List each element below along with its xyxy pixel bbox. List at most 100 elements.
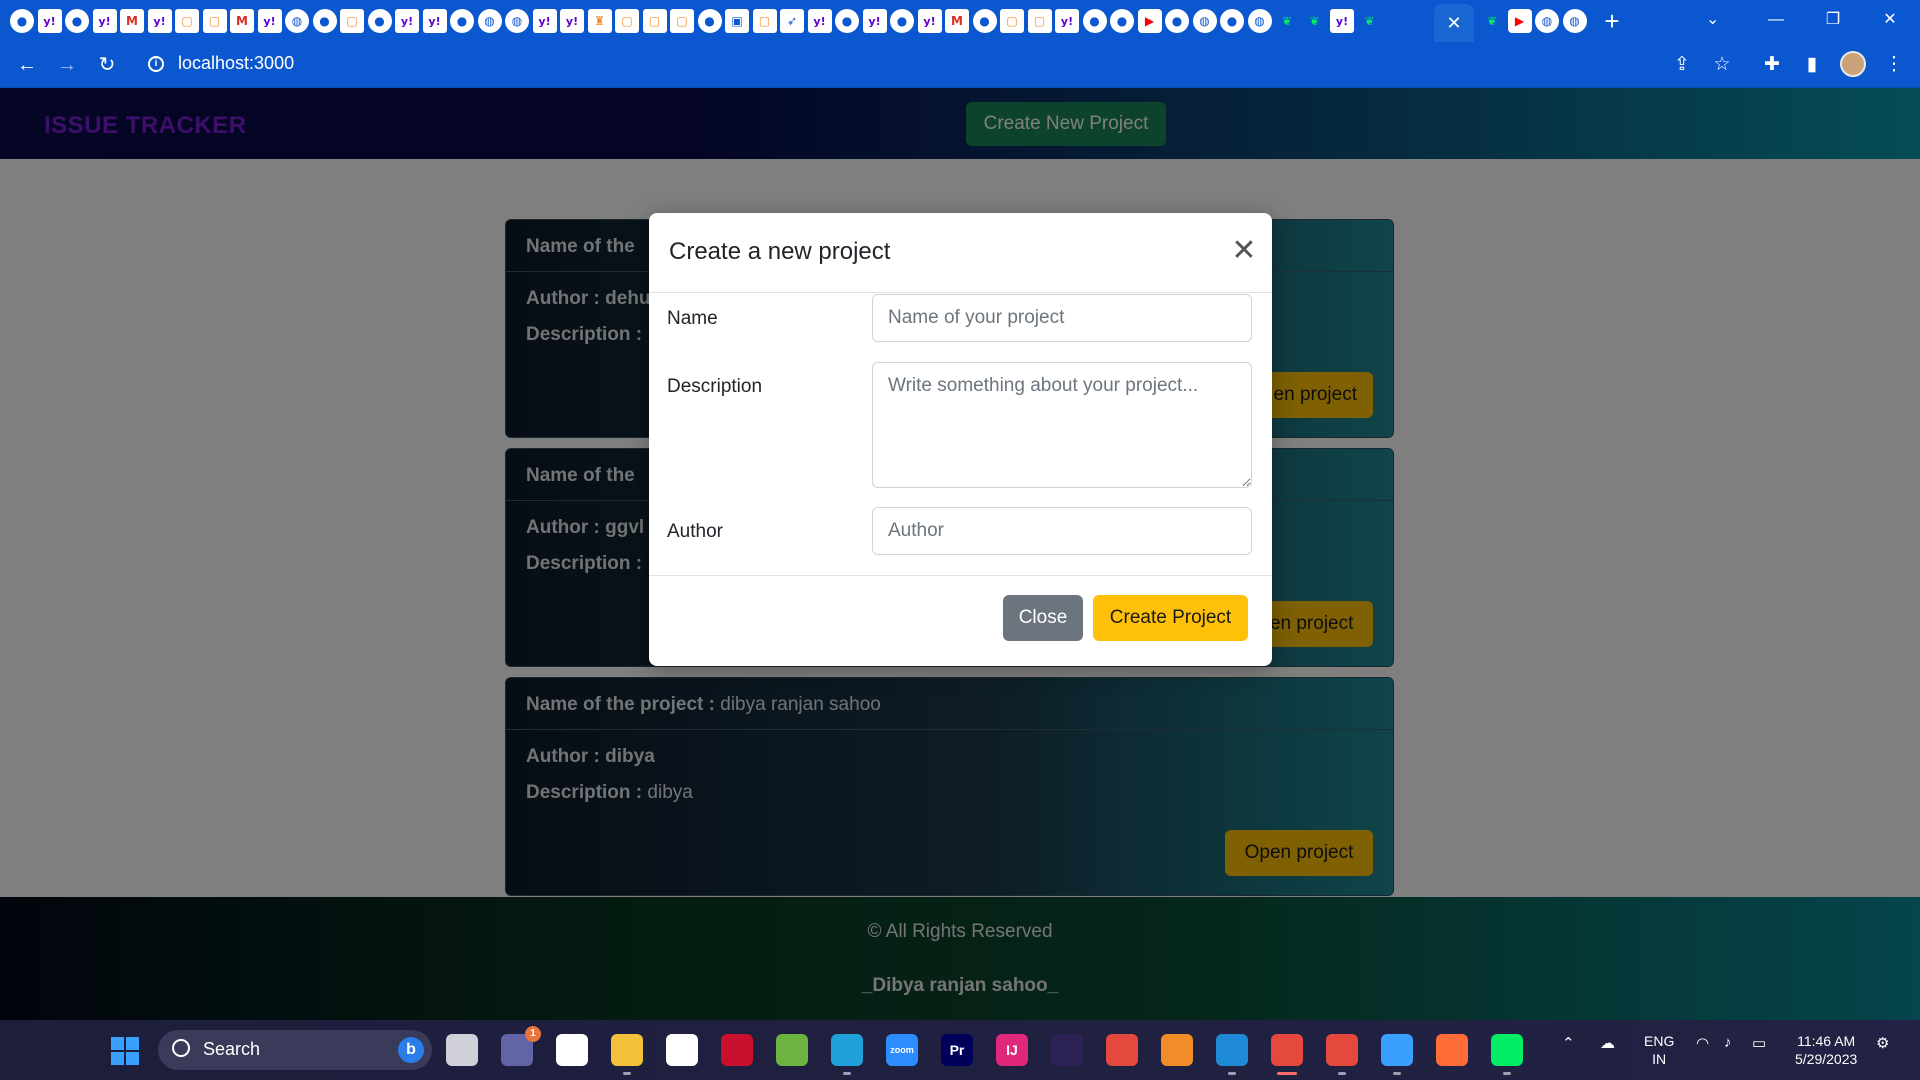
app-icon[interactable]: ▣: [725, 9, 749, 33]
extensions-icon[interactable]: ✚: [1760, 53, 1784, 76]
taskbar-search[interactable]: [158, 1030, 432, 1070]
globe-icon[interactable]: ◍: [1192, 9, 1217, 33]
zoom-icon[interactable]: zoom: [886, 1034, 918, 1066]
teams-icon[interactable]: 1: [501, 1026, 541, 1066]
project-description-input[interactable]: [872, 362, 1252, 488]
gmail-icon[interactable]: M: [230, 9, 254, 33]
mongodb-icon[interactable]: ❦: [1357, 9, 1382, 33]
github-icon[interactable]: ●: [972, 9, 997, 33]
url-text[interactable]: localhost:3000: [178, 53, 294, 74]
code-icon[interactable]: ▢: [642, 9, 667, 33]
chrome-icon[interactable]: [1106, 1034, 1138, 1066]
create-project-button[interactable]: Create Project: [1093, 595, 1248, 641]
intellij-icon[interactable]: IJ: [996, 1034, 1028, 1066]
globe-icon[interactable]: ◍: [1535, 9, 1559, 33]
new-tab-button[interactable]: +: [1598, 7, 1626, 35]
volume-icon[interactable]: ♪: [1724, 1034, 1732, 1051]
code-icon[interactable]: ▢: [202, 9, 227, 33]
github-icon[interactable]: ●: [1082, 9, 1107, 33]
gmail-icon[interactable]: M: [945, 9, 969, 33]
yahoo-icon[interactable]: y!: [92, 9, 117, 33]
slack-icon[interactable]: [556, 1034, 588, 1066]
address-bar[interactable]: [132, 47, 1662, 83]
active-tab[interactable]: ✕: [1434, 4, 1474, 42]
bing-icon[interactable]: b: [398, 1037, 424, 1063]
yahoo-icon[interactable]: y!: [1055, 9, 1079, 33]
side-panel-icon[interactable]: ▮: [1800, 53, 1824, 76]
github-icon[interactable]: ●: [1165, 9, 1189, 33]
share-icon[interactable]: ⇪: [1670, 53, 1694, 76]
tab-search-icon[interactable]: ⌄: [1706, 9, 1719, 29]
tab-close-icon[interactable]: ✕: [1446, 13, 1461, 34]
code-icon[interactable]: ▢: [340, 9, 364, 33]
github-icon[interactable]: ●: [1110, 9, 1134, 33]
yahoo-icon[interactable]: y!: [532, 9, 557, 33]
show-hidden-icons[interactable]: ⌃: [1562, 1034, 1575, 1052]
yahoo-icon[interactable]: y!: [395, 9, 419, 33]
yahoo-icon[interactable]: y!: [147, 9, 172, 33]
store-icon[interactable]: [666, 1034, 698, 1066]
award-icon[interactable]: ♜: [587, 9, 612, 33]
github-icon[interactable]: ●: [890, 9, 914, 33]
code-icon[interactable]: ▢: [670, 9, 694, 33]
vscode-icon[interactable]: [1216, 1034, 1248, 1075]
code-icon[interactable]: ▢: [1000, 9, 1024, 33]
github-icon[interactable]: ●: [1220, 9, 1244, 33]
spring-tool-icon[interactable]: [776, 1034, 808, 1066]
site-info-icon[interactable]: i: [148, 56, 164, 72]
sublime-icon[interactable]: [1161, 1034, 1193, 1066]
chrome-dev-icon[interactable]: [1326, 1034, 1358, 1075]
paint-icon[interactable]: [1381, 1034, 1413, 1075]
mongodb-compass-icon[interactable]: [1491, 1034, 1523, 1075]
github-icon[interactable]: ●: [65, 9, 89, 33]
globe-icon[interactable]: ◍: [477, 9, 502, 33]
globe-icon[interactable]: ◍: [505, 9, 529, 33]
github-icon[interactable]: ●: [835, 9, 859, 33]
code-icon[interactable]: ▢: [615, 9, 639, 33]
profile-avatar[interactable]: [1840, 51, 1866, 77]
back-icon[interactable]: ←: [12, 50, 42, 80]
edge-icon[interactable]: [831, 1034, 863, 1075]
eclipse-icon[interactable]: [1051, 1034, 1083, 1066]
reload-icon[interactable]: ↻: [92, 50, 122, 80]
chrome-active-icon[interactable]: [1271, 1034, 1303, 1075]
file-explorer-icon[interactable]: [611, 1034, 643, 1075]
close-icon[interactable]: ✕: [1229, 236, 1259, 266]
cursor-icon[interactable]: ➶: [780, 9, 804, 33]
window-close-button[interactable]: ✕: [1866, 4, 1914, 36]
clock[interactable]: 11:46 AM 5/29/2023: [1795, 1032, 1857, 1068]
author-input[interactable]: [872, 507, 1252, 555]
yahoo-icon[interactable]: y!: [807, 9, 832, 33]
start-icon[interactable]: [111, 1037, 139, 1065]
globe-icon[interactable]: ◍: [285, 9, 309, 33]
premiere-icon[interactable]: Pr: [941, 1034, 973, 1066]
globe-icon[interactable]: ◍: [1562, 9, 1587, 33]
language-indicator[interactable]: ENG IN: [1644, 1032, 1674, 1068]
globe-icon[interactable]: ◍: [1247, 9, 1272, 33]
youtube-icon[interactable]: ▶: [1137, 9, 1162, 33]
wifi-icon[interactable]: ◠: [1696, 1034, 1709, 1052]
task-view-icon[interactable]: [446, 1034, 478, 1066]
mongodb-icon[interactable]: ❦: [1480, 9, 1504, 33]
forward-icon[interactable]: →: [52, 50, 82, 80]
mongodb-icon[interactable]: ❦: [1302, 9, 1327, 33]
code-icon[interactable]: ▢: [175, 9, 199, 33]
github-icon[interactable]: ●: [367, 9, 392, 33]
youtube-icon[interactable]: ▶: [1507, 9, 1532, 33]
onedrive-icon[interactable]: ☁: [1600, 1034, 1615, 1052]
close-button[interactable]: Close: [1003, 595, 1083, 641]
github-icon[interactable]: ●: [10, 9, 34, 33]
code-icon[interactable]: ▢: [1027, 9, 1052, 33]
yahoo-icon[interactable]: y!: [560, 9, 584, 33]
github-icon[interactable]: ●: [450, 9, 474, 33]
mcafee-icon[interactable]: [721, 1034, 753, 1066]
yahoo-icon[interactable]: y!: [422, 9, 447, 33]
gmail-icon[interactable]: M: [120, 9, 144, 33]
mongodb-icon[interactable]: ❦: [1275, 9, 1299, 33]
github-icon[interactable]: ●: [312, 9, 337, 33]
project-name-input[interactable]: [872, 294, 1252, 342]
notifications-icon[interactable]: ⚙: [1876, 1034, 1889, 1052]
github-icon[interactable]: ●: [697, 9, 722, 33]
maximize-button[interactable]: ❐: [1809, 4, 1857, 36]
code-icon[interactable]: ▢: [752, 9, 777, 33]
